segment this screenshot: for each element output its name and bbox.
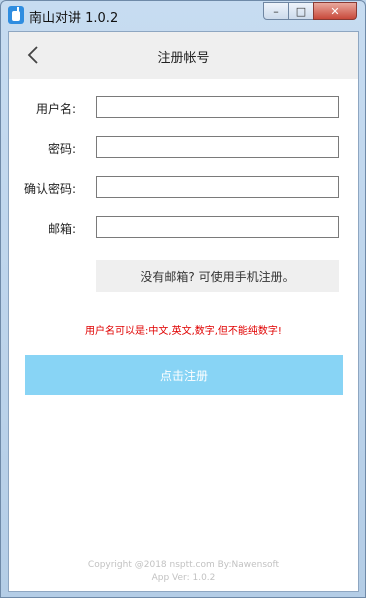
register-button[interactable]: 点击注册: [25, 355, 343, 395]
email-row: 邮箱:: [9, 216, 358, 240]
close-button[interactable]: ✕: [313, 2, 357, 20]
confirm-password-input[interactable]: [96, 176, 339, 198]
client-area: 注册帐号 用户名: 密码: 确认密码: 邮箱: 没有邮箱? 可使用手机注册。 用…: [8, 31, 359, 592]
username-row: 用户名:: [9, 96, 358, 120]
title-bar[interactable]: 南山对讲 1.0.2 – □ ✕: [1, 1, 365, 31]
username-input[interactable]: [96, 96, 339, 118]
confirm-password-label: 确认密码:: [23, 182, 76, 196]
app-window: 南山对讲 1.0.2 – □ ✕ 注册帐号 用户名: 密码: 确认密码: 邮箱:…: [0, 0, 366, 598]
password-label: 密码:: [47, 142, 76, 156]
maximize-button[interactable]: □: [288, 2, 314, 20]
username-label: 用户名:: [35, 102, 76, 116]
email-label: 邮箱:: [47, 222, 76, 236]
version-text: App Ver: 1.0.2: [151, 573, 216, 583]
password-row: 密码:: [9, 136, 358, 160]
footer: Copyright @2018 nsptt.com By:Nawensoft A…: [9, 559, 358, 585]
page-title: 注册帐号: [157, 51, 210, 66]
username-hint: 用户名可以是:中文,英文,数字,但不能纯数字!: [85, 326, 282, 337]
walkie-talkie-icon: [8, 6, 24, 24]
minimize-button[interactable]: –: [263, 2, 289, 20]
window-title: 南山对讲 1.0.2: [29, 11, 119, 26]
window-controls: – □ ✕: [263, 2, 357, 20]
email-input[interactable]: [96, 216, 339, 238]
password-input[interactable]: [96, 136, 339, 158]
app-header: 注册帐号: [9, 32, 358, 79]
copyright-text: Copyright @2018 nsptt.com By:Nawensoft: [87, 560, 280, 570]
confirm-password-row: 确认密码:: [9, 176, 358, 200]
phone-register-link[interactable]: 没有邮箱? 可使用手机注册。: [96, 260, 339, 292]
